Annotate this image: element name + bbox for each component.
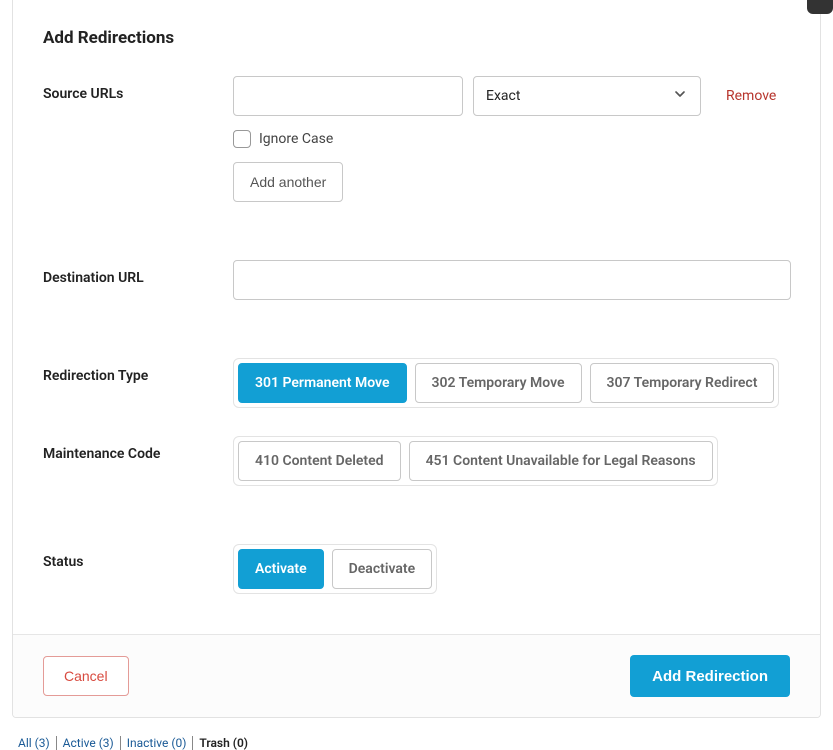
status-option-deactivate[interactable]: Deactivate <box>332 549 432 589</box>
ignore-case-checkbox[interactable] <box>233 130 251 148</box>
page-title: Add Redirections <box>43 28 790 48</box>
filter-tabs: All (3) Active (3) Inactive (0) Trash (0… <box>18 736 833 750</box>
add-another-button[interactable]: Add another <box>233 162 343 202</box>
destination-label: Destination URL <box>43 260 233 286</box>
redirection-type-group: 301 Permanent Move 302 Temporary Move 30… <box>233 358 779 408</box>
maintenance-code-group: 410 Content Deleted 451 Content Unavaila… <box>233 436 718 486</box>
add-redirections-panel: Add Redirections Source URLs Exact Re <box>12 0 821 718</box>
redirection-type-option-301[interactable]: 301 Permanent Move <box>238 363 407 403</box>
match-type-selected-label: Exact <box>486 88 520 104</box>
redirection-type-label: Redirection Type <box>43 358 233 384</box>
maintenance-code-option-451[interactable]: 451 Content Unavailable for Legal Reason… <box>409 441 713 481</box>
source-urls-row: Source URLs Exact Remove <box>43 76 790 202</box>
corner-handle <box>807 0 833 14</box>
source-urls-content: Exact Remove Ignore Case Add another <box>233 76 790 202</box>
match-type-select[interactable]: Exact <box>473 76 701 116</box>
chevron-down-icon <box>672 86 688 106</box>
redirection-type-content: 301 Permanent Move 302 Temporary Move 30… <box>233 358 790 408</box>
maintenance-code-label: Maintenance Code <box>43 436 233 462</box>
remove-source-link[interactable]: Remove <box>726 88 776 104</box>
panel-footer: Cancel Add Redirection <box>13 634 820 717</box>
status-group: Activate Deactivate <box>233 544 437 594</box>
redirection-type-option-307[interactable]: 307 Temporary Redirect <box>590 363 775 403</box>
maintenance-code-option-410[interactable]: 410 Content Deleted <box>238 441 401 481</box>
destination-content <box>233 260 791 300</box>
source-url-input[interactable] <box>233 76 463 116</box>
tab-active[interactable]: Active (3) <box>57 736 121 750</box>
maintenance-code-row: Maintenance Code 410 Content Deleted 451… <box>43 436 790 486</box>
tab-trash[interactable]: Trash (0) <box>193 736 254 750</box>
status-row: Status Activate Deactivate <box>43 544 790 594</box>
status-label: Status <box>43 544 233 570</box>
ignore-case-row: Ignore Case <box>233 130 790 148</box>
status-content: Activate Deactivate <box>233 544 790 594</box>
destination-input[interactable] <box>233 260 791 300</box>
redirection-type-row: Redirection Type 301 Permanent Move 302 … <box>43 358 790 408</box>
tab-all[interactable]: All (3) <box>18 736 57 750</box>
tab-inactive[interactable]: Inactive (0) <box>121 736 194 750</box>
source-url-entry: Exact Remove <box>233 76 790 116</box>
source-urls-label: Source URLs <box>43 76 233 102</box>
ignore-case-label: Ignore Case <box>259 131 333 147</box>
redirection-type-option-302[interactable]: 302 Temporary Move <box>415 363 582 403</box>
match-type-select-wrap: Exact <box>473 76 701 116</box>
destination-row: Destination URL <box>43 260 790 300</box>
cancel-button[interactable]: Cancel <box>43 656 129 696</box>
maintenance-code-content: 410 Content Deleted 451 Content Unavaila… <box>233 436 790 486</box>
panel-body: Add Redirections Source URLs Exact Re <box>13 0 820 634</box>
add-redirection-button[interactable]: Add Redirection <box>630 655 790 697</box>
status-option-activate[interactable]: Activate <box>238 549 324 589</box>
